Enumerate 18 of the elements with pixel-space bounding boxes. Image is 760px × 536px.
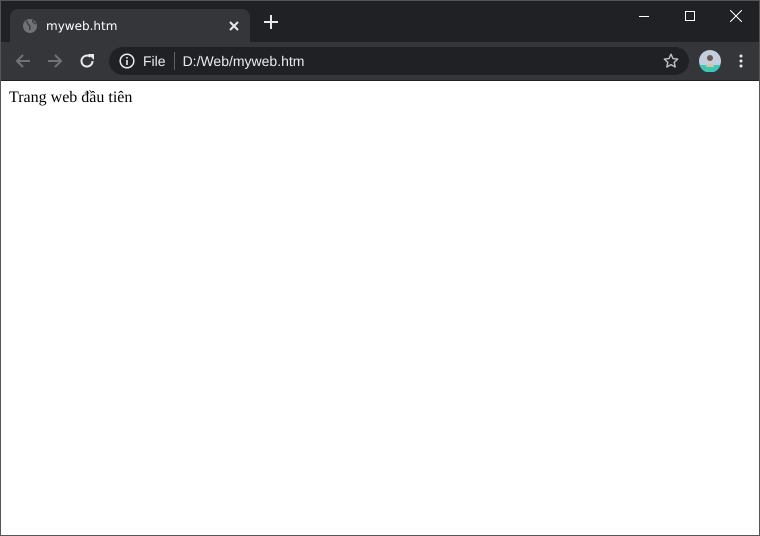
menu-icon: [739, 54, 743, 68]
close-icon: [229, 20, 239, 30]
forward-arrow-icon: [47, 53, 63, 69]
page-text: Trang web đầu tiên: [9, 89, 134, 107]
scheme-label: File: [143, 53, 166, 69]
address-bar[interactable]: File D:/Web/myweb.htm: [109, 47, 689, 75]
star-icon[interactable]: [663, 53, 679, 69]
info-icon: [119, 53, 135, 69]
close-icon: [730, 10, 742, 22]
url-text: D:/Web/myweb.htm: [182, 53, 304, 69]
plus-icon: [264, 15, 278, 29]
back-arrow-icon: [15, 53, 31, 69]
tab-title: myweb.htm: [46, 18, 118, 32]
reload-icon: [79, 53, 95, 69]
avatar-icon[interactable]: [699, 50, 721, 72]
browser-tab[interactable]: myweb.htm: [10, 9, 250, 42]
globe-icon: [22, 18, 38, 34]
maximize-icon: [685, 10, 695, 20]
